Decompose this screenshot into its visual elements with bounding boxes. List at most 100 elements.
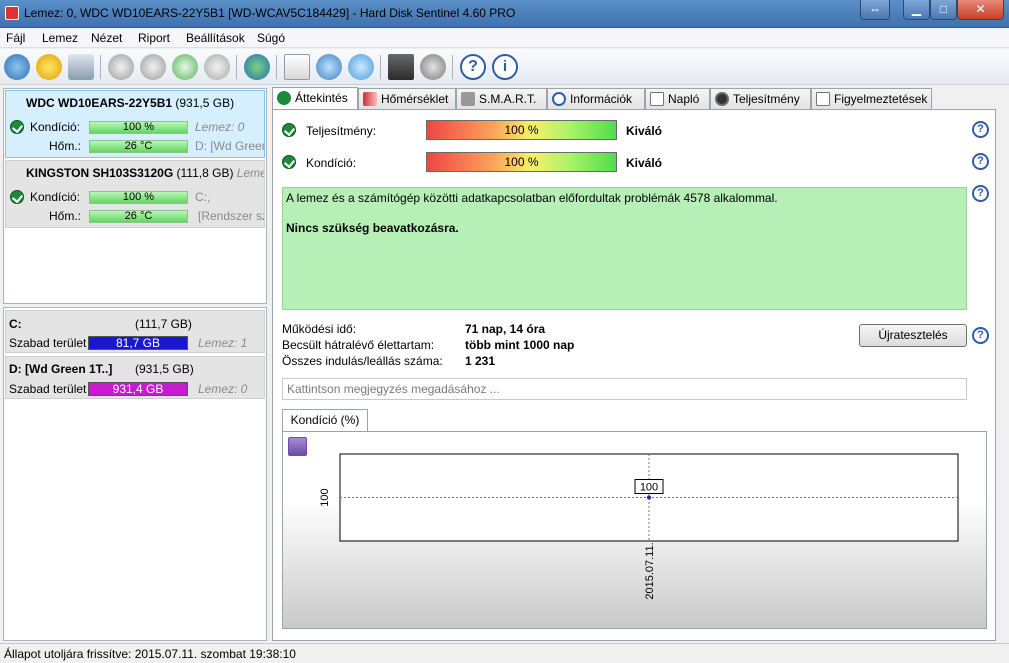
tab-info[interactable]: Információk xyxy=(547,88,645,110)
temp-bar: 26 °C xyxy=(89,140,188,153)
sync-icon[interactable] xyxy=(316,54,342,80)
temp-label: Hőm.: xyxy=(49,209,82,223)
refresh-icon[interactable] xyxy=(4,54,30,80)
partition-list: C: (111,7 GB) Szabad terület 81,7 GB Lem… xyxy=(3,307,267,641)
menu-file[interactable]: Fájl xyxy=(6,31,25,45)
toolbar: ? i xyxy=(0,49,1009,85)
partition-name: C: xyxy=(9,317,22,331)
menu-settings[interactable]: Beállítások xyxy=(186,31,245,45)
minimize-button[interactable]: ▁ xyxy=(903,0,930,20)
condition-label: Kondíció: xyxy=(306,156,357,170)
info-icon xyxy=(552,92,566,106)
satellite-config-icon[interactable] xyxy=(140,54,166,80)
tab-bar: Áttekintés Hőmérséklet S.M.A.R.T. Inform… xyxy=(272,87,986,110)
status-message: A lemez és a számítógép közötti adatkapc… xyxy=(286,191,778,205)
check-icon xyxy=(277,91,291,105)
chart-tab-condition[interactable]: Kondíció (%) xyxy=(282,409,368,432)
maximize-button[interactable]: □ xyxy=(930,0,957,20)
satellite-search-icon[interactable] xyxy=(204,54,230,80)
data-point xyxy=(647,495,651,500)
help-icon[interactable]: ? xyxy=(972,153,989,170)
snap-icon[interactable]: ⇔ xyxy=(860,0,890,20)
status-text: Állapot utoljára frissítve: 2015.07.11. … xyxy=(4,647,296,661)
log-icon xyxy=(650,92,664,106)
about-icon[interactable]: i xyxy=(492,54,518,80)
menu-bar: Fájl Lemez Nézet Riport Beállítások Súgó xyxy=(0,28,1009,48)
ok-check-icon xyxy=(10,190,24,204)
performance-status: Kiváló xyxy=(626,124,663,138)
condition-label: Kondíció: xyxy=(30,120,81,134)
partition-item-c[interactable]: C: (111,7 GB) Szabad terület 81,7 GB Lem… xyxy=(5,310,265,353)
y-tick-label: 100 xyxy=(319,488,331,506)
note-input[interactable]: Kattintson megjegyzés megadásához ... xyxy=(282,378,967,400)
close-button[interactable]: ✕ xyxy=(957,0,1004,20)
temp-bar: 26 °C xyxy=(89,210,188,223)
tab-warnings[interactable]: Figyelmeztetések xyxy=(811,88,932,110)
free-space-label: Szabad terület xyxy=(9,382,87,396)
performance-label: Teljesítmény: xyxy=(306,124,377,138)
title-bar: Lemez: 0, WDC WD10EARS-22Y5B1 [WD-WCAV5C… xyxy=(0,0,1009,28)
remaining-life-label: Becsült hátralévő élettartam: xyxy=(282,338,435,352)
tab-performance[interactable]: Teljesítmény xyxy=(710,88,811,110)
tab-overview[interactable]: Áttekintés xyxy=(272,87,358,110)
free-space-bar: 81,7 GB xyxy=(88,336,188,350)
menu-report[interactable]: Riport xyxy=(138,31,170,45)
start-stop-label: Összes indulás/leállás száma: xyxy=(282,354,443,368)
ok-check-icon xyxy=(10,120,24,134)
status-recommendation: Nincs szükség beavatkozásra. xyxy=(286,221,459,235)
start-stop-value: 1 231 xyxy=(465,354,496,368)
partition-item-d[interactable]: D: [Wd Green 1T..] (931,5 GB) Szabad ter… xyxy=(5,356,265,399)
partition-disk: Lemez: 1 xyxy=(198,336,248,350)
ok-check-icon xyxy=(282,123,296,137)
globe-icon[interactable] xyxy=(244,54,270,80)
disk-partition: C:, xyxy=(195,190,211,204)
disk-index: Lemez: 1 xyxy=(236,166,264,180)
condition-bar: 100 % xyxy=(89,191,188,204)
condition-label: Kondíció: xyxy=(30,190,81,204)
x-tick-label: 2015.07.11. xyxy=(644,542,656,599)
temp-label: Hőm.: xyxy=(49,139,82,153)
app-icon xyxy=(5,6,19,20)
disk-item-1[interactable]: KINGSTON SH103S3120G (111,8 GB) Lemez: 1… xyxy=(5,160,265,228)
condition-status: Kiváló xyxy=(626,156,663,170)
menu-help[interactable]: Súgó xyxy=(257,31,285,45)
partition-disk: Lemez: 0 xyxy=(198,382,248,396)
retest-button[interactable]: Újratesztelés xyxy=(859,324,967,347)
disk-list: WDC WD10EARS-22Y5B1 (931,5 GB) Kondíció:… xyxy=(3,88,267,304)
disk-name: WDC WD10EARS-22Y5B1 xyxy=(26,96,173,110)
disk-icon[interactable] xyxy=(68,54,94,80)
thermometer-icon xyxy=(363,92,377,106)
uptime-label: Működési idő: xyxy=(282,322,357,336)
condition-bar: 100 % xyxy=(426,152,617,172)
help-icon[interactable]: ? xyxy=(972,185,989,202)
menu-disk[interactable]: Lemez xyxy=(42,31,78,45)
satellite-icon[interactable] xyxy=(108,54,134,80)
help-icon[interactable]: ? xyxy=(460,54,486,80)
report-icon[interactable] xyxy=(284,54,310,80)
help-icon[interactable]: ? xyxy=(972,327,989,344)
alert-icon[interactable] xyxy=(36,54,62,80)
partition-name: D: [Wd Green 1T..] xyxy=(9,362,113,376)
condition-bar: 100 % xyxy=(89,121,188,134)
gauge-icon xyxy=(715,92,729,106)
overview-panel: Teljesítmény: 100 % Kiváló ? Kondíció: 1… xyxy=(272,109,996,641)
partition-size: (111,7 GB) xyxy=(135,317,192,331)
condition-chart: 100 2015.07.11. 100 xyxy=(282,431,987,629)
disk-item-0[interactable]: WDC WD10EARS-22Y5B1 (931,5 GB) Kondíció:… xyxy=(5,90,265,158)
disk-partition-name: [Rendszer számára fenntartott] xyxy=(198,209,264,223)
uptime-value: 71 nap, 14 óra xyxy=(465,322,546,336)
network-globe-icon[interactable] xyxy=(348,54,374,80)
chart-plot: 100 2015.07.11. 100 xyxy=(319,453,959,600)
performance-bar: 100 % xyxy=(426,120,617,140)
tab-temperature[interactable]: Hőmérséklet xyxy=(358,88,456,110)
tab-smart[interactable]: S.M.A.R.T. xyxy=(456,88,547,110)
satellite-check-icon[interactable] xyxy=(172,54,198,80)
status-bar: Állapot utoljára frissítve: 2015.07.11. … xyxy=(0,643,1009,663)
tab-log[interactable]: Napló xyxy=(645,88,710,110)
menu-view[interactable]: Nézet xyxy=(91,31,122,45)
monitor-icon[interactable] xyxy=(388,54,414,80)
partition-size: (931,5 GB) xyxy=(135,362,194,376)
warning-page-icon xyxy=(816,92,830,106)
speaker-icon[interactable] xyxy=(420,54,446,80)
help-icon[interactable]: ? xyxy=(972,121,989,138)
